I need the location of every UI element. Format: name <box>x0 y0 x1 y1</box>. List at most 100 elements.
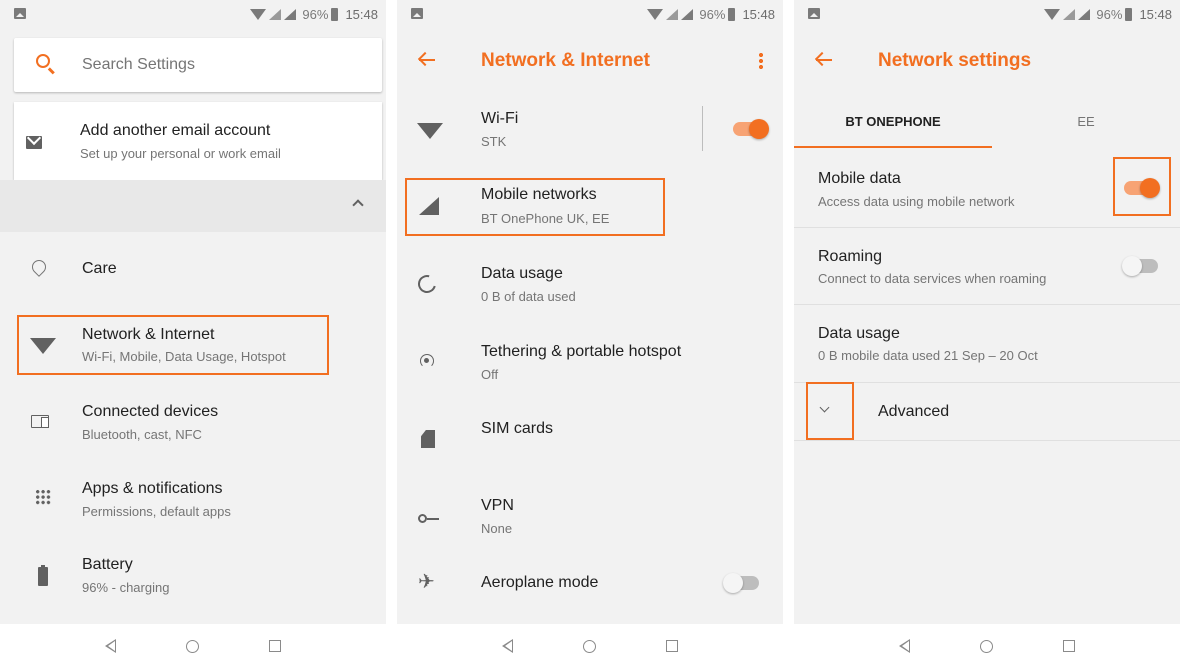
status-bar: 96% 15:48 <box>397 0 783 28</box>
aeroplane-icon: ✈ <box>418 571 435 593</box>
row-divider <box>794 440 1180 441</box>
settings-item-battery[interactable]: Battery 96% - charging <box>0 544 386 606</box>
highlight-box <box>806 382 854 440</box>
wifi-status-icon <box>250 8 267 20</box>
home-nav-icon[interactable] <box>186 639 199 653</box>
vpn-key-icon <box>418 514 439 523</box>
app-bar: Network & Internet <box>397 28 783 94</box>
network-item-wifi[interactable]: Wi-Fi STK <box>397 96 783 162</box>
home-nav-icon[interactable] <box>583 639 596 653</box>
roaming-toggle[interactable] <box>1122 256 1158 276</box>
network-item-subtitle: None <box>481 521 513 536</box>
settings-item-subtitle: Permissions, default apps <box>82 504 231 519</box>
battery-status-icon <box>728 7 736 21</box>
network-item-title: Wi-Fi <box>481 110 519 127</box>
setting-title: Roaming <box>818 248 883 265</box>
back-nav-icon[interactable] <box>502 639 513 653</box>
wifi-toggle[interactable] <box>733 119 769 139</box>
settings-item-connected-devices[interactable]: Connected devices Bluetooth, cast, NFC <box>0 390 386 452</box>
network-item-title: SIM cards <box>481 420 554 437</box>
setting-subtitle: Access data using mobile network <box>818 194 1015 209</box>
advanced-label: Advanced <box>878 403 950 420</box>
wifi-status-icon <box>1044 8 1061 20</box>
aeroplane-mode-toggle[interactable] <box>723 573 759 593</box>
data-usage-row[interactable]: Data usage 0 B mobile data used 21 Sep –… <box>794 305 1180 381</box>
image-notification-icon <box>14 8 26 19</box>
battery-icon <box>38 565 48 586</box>
settings-item-subtitle: Bluetooth, cast, NFC <box>82 427 202 442</box>
highlight-box <box>17 315 329 375</box>
settings-item-apps-notifications[interactable]: Apps & notifications Permissions, defaul… <box>0 467 386 529</box>
status-bar: 96% 15:48 <box>794 0 1180 28</box>
back-arrow-icon[interactable] <box>816 59 832 61</box>
settings-item-subtitle: 96% - charging <box>82 580 170 595</box>
back-nav-icon[interactable] <box>105 639 116 653</box>
devices-icon <box>31 415 49 428</box>
suggestions-collapse-bar[interactable] <box>0 180 386 232</box>
setting-subtitle: 0 B mobile data used 21 Sep – 20 Oct <box>818 348 1038 363</box>
wifi-icon <box>417 123 443 139</box>
home-nav-icon[interactable] <box>980 639 993 653</box>
signal-icon <box>269 8 282 20</box>
setting-title: Mobile data <box>818 170 901 187</box>
tab-bt-onephone[interactable]: BT ONEPHONE <box>794 94 992 148</box>
network-item-title: Data usage <box>481 265 563 282</box>
network-settings-screen: 96% 15:48 Network settings BT ONEPHONE E… <box>794 0 1180 668</box>
clock: 15:48 <box>345 6 378 22</box>
settings-home-screen: 96% 15:48 Search Settings Add another em… <box>0 0 386 668</box>
network-item-vpn[interactable]: VPN None <box>397 488 783 550</box>
signal-icon <box>1063 8 1076 20</box>
recents-nav-icon[interactable] <box>269 640 281 652</box>
recents-nav-icon[interactable] <box>1063 640 1075 652</box>
clock: 15:48 <box>1139 6 1172 22</box>
search-bar[interactable]: Search Settings <box>14 38 382 92</box>
settings-item-title: Apps & notifications <box>82 480 223 497</box>
image-notification-icon <box>808 8 820 19</box>
tab-ee[interactable]: EE <box>992 94 1180 148</box>
navigation-bar <box>397 624 783 668</box>
suggestion-card[interactable]: Add another email account Set up your pe… <box>14 102 382 180</box>
signal-icon <box>666 8 679 20</box>
settings-item-care[interactable]: Care <box>0 238 386 300</box>
vertical-divider <box>702 106 703 151</box>
data-usage-icon <box>414 271 440 297</box>
page-title: Network & Internet <box>481 50 650 71</box>
navigation-bar <box>0 624 386 668</box>
battery-percent: 96% <box>1096 6 1123 22</box>
hotspot-icon <box>420 354 434 368</box>
network-item-aeroplane-mode[interactable]: ✈ Aeroplane mode <box>397 560 783 608</box>
highlight-box <box>405 178 665 236</box>
back-nav-icon[interactable] <box>899 639 910 653</box>
toggle-knob <box>1122 256 1142 276</box>
sim-card-icon <box>421 430 435 448</box>
battery-percent: 96% <box>302 6 329 22</box>
suggestion-title: Add another email account <box>80 122 271 139</box>
network-item-title: Aeroplane mode <box>481 574 599 591</box>
battery-status-icon <box>1125 7 1133 21</box>
network-item-sim-cards[interactable]: SIM cards <box>397 410 783 472</box>
status-bar: 96% 15:48 <box>0 0 386 28</box>
network-item-subtitle: STK <box>481 134 507 149</box>
chevron-up-icon[interactable] <box>352 199 364 211</box>
network-item-data-usage[interactable]: Data usage 0 B of data used <box>397 254 783 316</box>
battery-percent: 96% <box>699 6 726 22</box>
network-item-title: Tethering & portable hotspot <box>481 343 682 360</box>
active-tab-indicator <box>794 146 992 148</box>
highlight-box <box>1113 157 1171 216</box>
recents-nav-icon[interactable] <box>666 640 678 652</box>
roaming-row[interactable]: Roaming Connect to data services when ro… <box>794 228 1180 304</box>
back-arrow-icon[interactable] <box>419 59 435 61</box>
search-icon <box>36 54 50 68</box>
apps-grid-icon <box>35 489 51 505</box>
toggle-knob <box>723 573 743 593</box>
signal-icon <box>681 8 694 20</box>
wifi-status-icon <box>647 8 664 20</box>
battery-status-icon <box>331 7 339 21</box>
network-item-hotspot[interactable]: Tethering & portable hotspot Off <box>397 332 783 394</box>
sim-tab-bar: BT ONEPHONE EE <box>794 94 1180 148</box>
app-bar: Network settings <box>794 28 1180 94</box>
more-options-icon[interactable] <box>759 52 763 70</box>
clock: 15:48 <box>742 6 775 22</box>
image-notification-icon <box>411 8 423 19</box>
settings-item-title: Care <box>82 260 117 277</box>
